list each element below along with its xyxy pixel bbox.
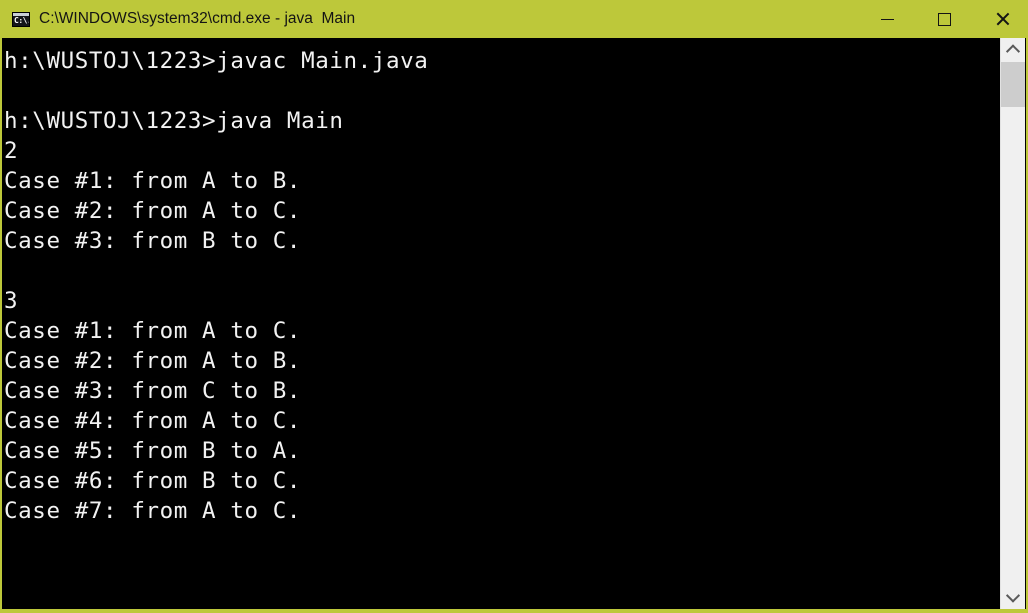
console-text: h:\WUSTOJ\1223>javac Main.java h:\WUSTOJ… — [4, 48, 429, 524]
scroll-up-button[interactable] — [1001, 38, 1025, 62]
maximize-button[interactable] — [916, 0, 973, 38]
window-title: C:\WINDOWS\system32\cmd.exe - java Main — [39, 10, 356, 27]
cmd-console-icon: C:\. — [12, 11, 30, 27]
console-window: C:\. C:\WINDOWS\system32\cmd.exe - java … — [0, 0, 1028, 613]
chevron-up-icon — [1005, 44, 1021, 59]
minimize-icon — [881, 18, 894, 20]
window-controls — [859, 0, 1026, 38]
close-button[interactable] — [973, 0, 1026, 38]
vertical-scrollbar[interactable] — [1000, 38, 1025, 609]
chevron-down-icon — [1005, 588, 1021, 603]
scrollbar-thumb[interactable] — [1001, 62, 1025, 107]
maximize-icon — [938, 12, 951, 26]
window-bottom-edge — [2, 609, 1026, 611]
scrollbar-track[interactable] — [1001, 62, 1025, 585]
close-icon — [994, 11, 1010, 27]
title-bar[interactable]: C:\. C:\WINDOWS\system32\cmd.exe - java … — [2, 0, 1026, 38]
minimize-button[interactable] — [859, 0, 916, 38]
console-output-area[interactable]: h:\WUSTOJ\1223>javac Main.java h:\WUSTOJ… — [4, 38, 1004, 609]
icon-prompt-glyph: C:\. — [14, 15, 30, 25]
scroll-down-button[interactable] — [1001, 585, 1025, 609]
